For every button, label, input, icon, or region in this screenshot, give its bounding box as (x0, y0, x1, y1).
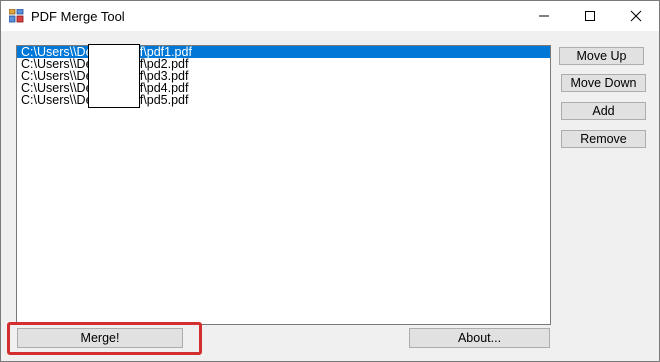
main-window: PDF Merge Tool C:\Users\\Desktop\pdf\pdf… (0, 0, 660, 362)
move-down-button[interactable]: Move Down (561, 74, 646, 92)
pdf-merge-app-icon (8, 8, 25, 23)
merge-highlight-box (7, 322, 202, 355)
title-bar[interactable]: PDF Merge Tool (1, 1, 659, 31)
close-icon (630, 10, 642, 22)
maximize-button[interactable] (567, 1, 613, 31)
minimize-button[interactable] (521, 1, 567, 31)
minimize-icon (539, 15, 549, 17)
maximize-icon (585, 11, 595, 21)
window-title: PDF Merge Tool (31, 9, 125, 24)
add-button[interactable]: Add (561, 102, 646, 120)
redaction-box (88, 44, 140, 108)
about-button[interactable]: About... (409, 328, 550, 348)
close-button[interactable] (613, 1, 659, 31)
move-up-button[interactable]: Move Up (559, 47, 644, 65)
remove-button[interactable]: Remove (561, 130, 646, 148)
